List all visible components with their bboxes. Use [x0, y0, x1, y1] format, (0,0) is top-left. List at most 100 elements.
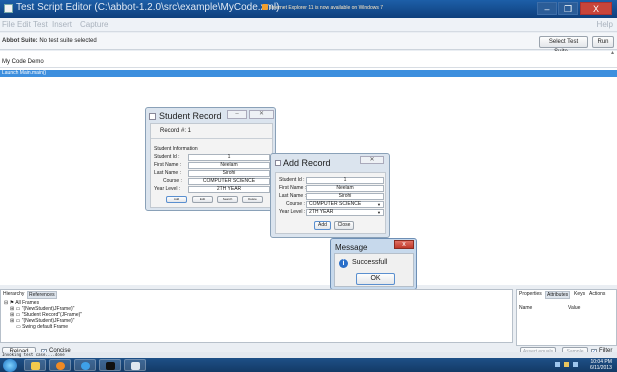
student-record-title: Student Record: [159, 111, 222, 121]
close-window-button[interactable]: X: [580, 2, 612, 15]
tab-attributes[interactable]: Attributes: [545, 291, 571, 299]
field-label: Course :: [286, 201, 305, 207]
field-row: Course : COMPUTER SCIENCE: [279, 201, 386, 208]
delete-button[interactable]: Delete: [242, 196, 263, 203]
taskbar-internet-explorer[interactable]: [74, 359, 96, 371]
selected-step[interactable]: Launch Main.main(): [0, 70, 617, 77]
minimize-button[interactable]: –: [537, 2, 557, 15]
student-id-input[interactable]: 1: [306, 177, 384, 184]
add-record-panel: Student Id : 1 First Name : Neelam Last …: [275, 172, 386, 234]
field-label: Student Id :: [279, 177, 305, 183]
close-dialog-button[interactable]: x: [394, 240, 414, 249]
first-name-input[interactable]: Neelam: [306, 185, 384, 192]
network-icon[interactable]: [555, 362, 560, 367]
flag-icon[interactable]: [564, 362, 569, 367]
add-button[interactable]: Add: [314, 221, 331, 230]
menu-insert[interactable]: Insert: [52, 20, 72, 29]
field-row: Year Level : 2TH YEAR: [279, 209, 386, 216]
hierarchy-panel[interactable]: Hierarchy References ⊟ ⚑ All Frames ⊞ ▭ …: [0, 289, 513, 343]
course-dropdown[interactable]: COMPUTER SCIENCE: [306, 201, 384, 208]
media-player-icon: [56, 362, 65, 370]
app-icon: [4, 4, 13, 13]
last-name-field[interactable]: Sirohi: [188, 170, 270, 177]
tab-keys[interactable]: Keys: [573, 291, 586, 297]
field-label: Student Id :: [154, 154, 180, 160]
menu-file[interactable]: File: [2, 20, 15, 29]
field-label: Year Level :: [279, 209, 306, 215]
taskbar-media-player[interactable]: [49, 359, 71, 371]
course-field[interactable]: COMPUTER SCIENCE: [188, 178, 270, 185]
close-button[interactable]: ✕: [249, 110, 274, 119]
student-id-field[interactable]: 1: [188, 154, 270, 161]
edit-button[interactable]: Edit: [192, 196, 213, 203]
minimize-button[interactable]: –: [227, 110, 247, 119]
menu-test[interactable]: Test: [33, 20, 48, 29]
tab-actions[interactable]: Actions: [588, 291, 606, 297]
menu-bar: File Edit Test Insert Capture Help: [0, 18, 617, 32]
taskbar-explorer[interactable]: [24, 359, 46, 371]
field-label: First Name :: [279, 185, 307, 191]
field-row: First Name : Neelam: [279, 185, 386, 192]
volume-icon[interactable]: [573, 362, 578, 367]
maximize-button[interactable]: ❐: [558, 2, 578, 15]
message-title: Message: [335, 243, 368, 252]
column-name: Name: [519, 305, 533, 311]
tab-references[interactable]: References: [27, 291, 57, 299]
field-row: Last Name : Sirohi: [279, 193, 386, 200]
script-name: My Code Demo: [2, 59, 44, 65]
field-row: Student Id : 1: [279, 177, 386, 184]
ok-button[interactable]: OK: [356, 273, 395, 285]
tab-properties[interactable]: Properties: [518, 291, 543, 297]
section-heading: Student Information: [154, 146, 198, 152]
message-text: Successfull: [352, 259, 388, 266]
internet-explorer-icon: [81, 362, 90, 370]
student-record-panel: Record #: 1 Student Information Student …: [150, 123, 273, 208]
select-test-suite-button[interactable]: Select Test Suite...: [539, 36, 588, 55]
field-row: First Name : Neelam: [154, 162, 272, 169]
field-label: Last Name :: [279, 193, 306, 199]
menu-capture[interactable]: Capture: [80, 20, 108, 29]
message-body: i Successfull OK: [334, 253, 414, 287]
scroll-up-icon[interactable]: ▴: [611, 49, 614, 56]
first-name-field[interactable]: Neelam: [188, 162, 270, 169]
notification-icon: [262, 4, 268, 10]
taskbar: 10:04 PM 6/11/2013: [0, 358, 617, 372]
taskbar-java-app[interactable]: [124, 359, 146, 371]
folder-icon: [31, 362, 40, 370]
tab-hierarchy[interactable]: Hierarchy: [2, 291, 25, 297]
clock[interactable]: 10:04 PM 6/11/2013: [590, 359, 612, 371]
window-title: Test Script Editor (C:\abbot-1.2.0\src\e…: [16, 2, 280, 13]
start-button[interactable]: [3, 359, 17, 372]
add-button[interactable]: Add: [166, 196, 187, 203]
close-dialog-button[interactable]: Close: [334, 221, 354, 230]
script-name-row[interactable]: My Code Demo: [0, 57, 617, 68]
field-row: Year Level : 2TH YEAR: [154, 186, 272, 193]
divider: [151, 138, 272, 139]
tree-item[interactable]: ▭ Swing default Frame: [16, 324, 68, 330]
year-level-field[interactable]: 2TH YEAR: [188, 186, 270, 193]
update-notice[interactable]: Internet Explorer 11 is now available on…: [270, 5, 383, 11]
menu-edit[interactable]: Edit: [17, 20, 31, 29]
run-button[interactable]: Run: [592, 36, 614, 48]
search-button[interactable]: Search: [217, 196, 238, 203]
message-dialog[interactable]: Message x i Successfull OK: [330, 238, 417, 290]
field-label: First Name :: [154, 162, 182, 168]
add-record-window[interactable]: Add Record ✕ Student Id : 1 First Name :…: [270, 153, 390, 238]
close-button[interactable]: ✕: [360, 156, 384, 164]
taskbar-terminal[interactable]: [99, 359, 121, 371]
record-number: Record #: 1: [160, 128, 192, 134]
suite-label: Abbot Suite: No test suite selected: [2, 38, 97, 44]
field-row: Last Name : Sirohi: [154, 170, 272, 177]
java-app-icon: [149, 113, 156, 120]
suite-bar: Abbot Suite: No test suite selected Sele…: [0, 33, 617, 55]
menu-help[interactable]: Help: [597, 20, 613, 29]
student-record-window[interactable]: Student Record – ✕ Record #: 1 Student I…: [145, 107, 276, 211]
field-label: Last Name :: [154, 170, 181, 176]
field-row: Student Id : 1: [154, 154, 272, 161]
field-label: Year Level :: [154, 186, 181, 192]
year-level-dropdown[interactable]: 2TH YEAR: [306, 209, 384, 216]
window-title-bar: Test Script Editor (C:\abbot-1.2.0\src\e…: [0, 0, 617, 18]
last-name-input[interactable]: Sirohi: [306, 193, 384, 200]
field-row: Course : COMPUTER SCIENCE: [154, 178, 272, 185]
properties-panel[interactable]: Properties Attributes Keys Actions Name …: [516, 289, 617, 346]
